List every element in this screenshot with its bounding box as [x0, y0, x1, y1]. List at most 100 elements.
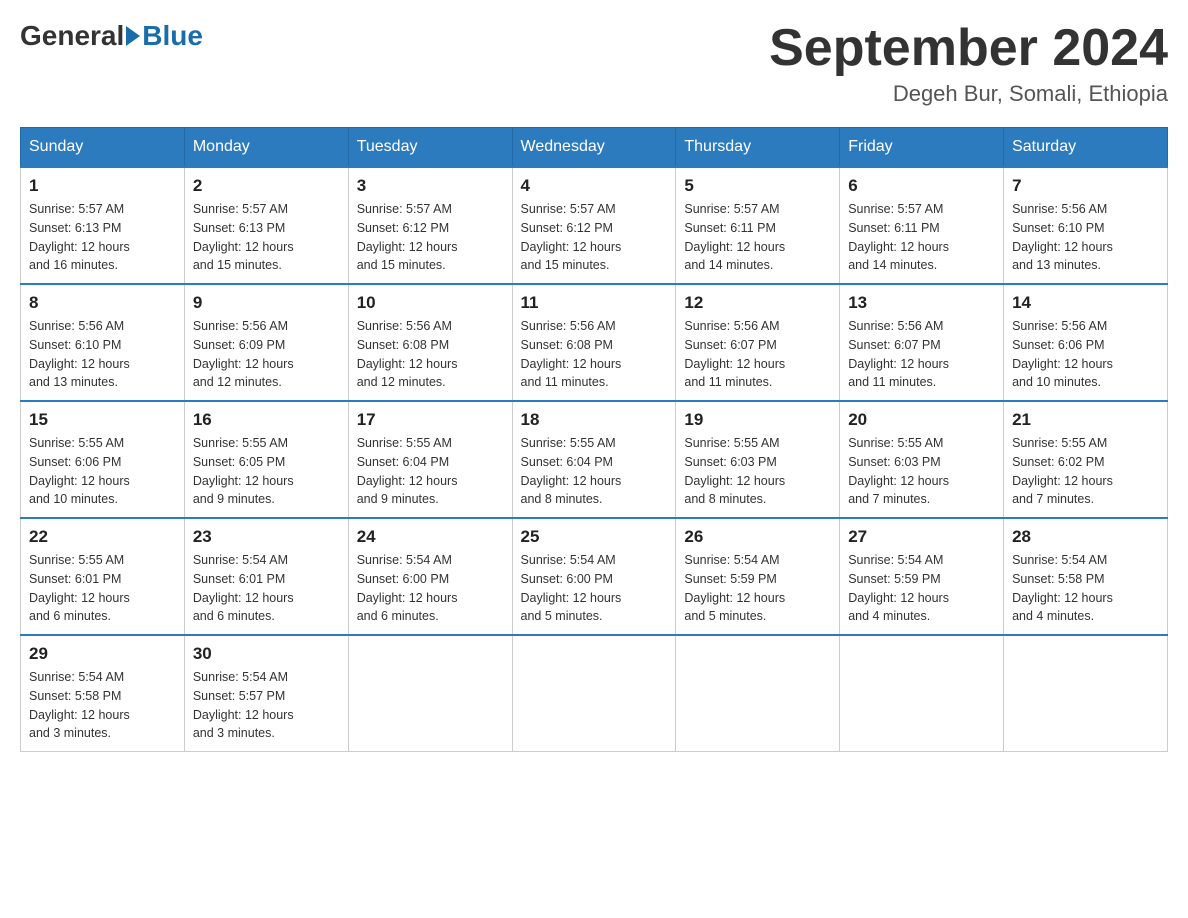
day-number: 9 — [193, 293, 340, 313]
calendar-cell — [512, 635, 676, 752]
day-number: 7 — [1012, 176, 1159, 196]
calendar-table: SundayMondayTuesdayWednesdayThursdayFrid… — [20, 127, 1168, 752]
day-number: 5 — [684, 176, 831, 196]
day-number: 3 — [357, 176, 504, 196]
day-info: Sunrise: 5:54 AMSunset: 5:58 PMDaylight:… — [29, 668, 176, 743]
day-number: 24 — [357, 527, 504, 547]
header-row: SundayMondayTuesdayWednesdayThursdayFrid… — [21, 128, 1168, 168]
day-number: 15 — [29, 410, 176, 430]
day-info: Sunrise: 5:55 AMSunset: 6:02 PMDaylight:… — [1012, 434, 1159, 509]
day-number: 27 — [848, 527, 995, 547]
day-info: Sunrise: 5:54 AMSunset: 6:00 PMDaylight:… — [521, 551, 668, 626]
day-info: Sunrise: 5:54 AMSunset: 6:00 PMDaylight:… — [357, 551, 504, 626]
day-info: Sunrise: 5:56 AMSunset: 6:10 PMDaylight:… — [29, 317, 176, 392]
day-number: 26 — [684, 527, 831, 547]
day-number: 23 — [193, 527, 340, 547]
day-info: Sunrise: 5:57 AMSunset: 6:12 PMDaylight:… — [521, 200, 668, 275]
calendar-cell: 15 Sunrise: 5:55 AMSunset: 6:06 PMDayligh… — [21, 401, 185, 518]
calendar-cell: 3Sunrise: 5:57 AMSunset: 6:12 PMDaylight… — [348, 167, 512, 284]
day-info: Sunrise: 5:56 AMSunset: 6:09 PMDaylight:… — [193, 317, 340, 392]
day-number: 11 — [521, 293, 668, 313]
calendar-cell: 21 Sunrise: 5:55 AMSunset: 6:02 PMDayligh… — [1004, 401, 1168, 518]
week-row-1: 1 Sunrise: 5:57 AMSunset: 6:13 PMDaylight… — [21, 167, 1168, 284]
day-number: 18 — [521, 410, 668, 430]
day-info: Sunrise: 5:57 AMSunset: 6:13 PMDaylight:… — [193, 200, 340, 275]
day-info: Sunrise: 5:56 AMSunset: 6:08 PMDaylight:… — [521, 317, 668, 392]
column-header-tuesday: Tuesday — [348, 128, 512, 168]
calendar-cell: 27 Sunrise: 5:54 AMSunset: 5:59 PMDayligh… — [840, 518, 1004, 635]
calendar-cell: 4 Sunrise: 5:57 AMSunset: 6:12 PMDaylight… — [512, 167, 676, 284]
calendar-cell: 11 Sunrise: 5:56 AMSunset: 6:08 PMDayligh… — [512, 284, 676, 401]
calendar-cell: 7 Sunrise: 5:56 AMSunset: 6:10 PMDaylight… — [1004, 167, 1168, 284]
calendar-cell: 5 Sunrise: 5:57 AMSunset: 6:11 PMDaylight… — [676, 167, 840, 284]
calendar-cell: 17Sunrise: 5:55 AMSunset: 6:04 PMDayligh… — [348, 401, 512, 518]
location-title: Degeh Bur, Somali, Ethiopia — [769, 81, 1168, 107]
day-info: Sunrise: 5:56 AMSunset: 6:06 PMDaylight:… — [1012, 317, 1159, 392]
day-number: 12 — [684, 293, 831, 313]
day-number: 21 — [1012, 410, 1159, 430]
calendar-cell: 22 Sunrise: 5:55 AMSunset: 6:01 PMDayligh… — [21, 518, 185, 635]
calendar-cell: 24 Sunrise: 5:54 AMSunset: 6:00 PMDayligh… — [348, 518, 512, 635]
week-row-3: 15 Sunrise: 5:55 AMSunset: 6:06 PMDayligh… — [21, 401, 1168, 518]
day-info: Sunrise: 5:56 AMSunset: 6:07 PMDaylight:… — [684, 317, 831, 392]
day-info: Sunrise: 5:57 AMSunset: 6:11 PMDaylight:… — [684, 200, 831, 275]
calendar-cell: 1 Sunrise: 5:57 AMSunset: 6:13 PMDaylight… — [21, 167, 185, 284]
day-info: Sunrise: 5:54 AMSunset: 6:01 PMDaylight:… — [193, 551, 340, 626]
day-info: Sunrise: 5:54 AMSunset: 5:59 PMDaylight:… — [848, 551, 995, 626]
calendar-cell — [1004, 635, 1168, 752]
calendar-cell: 25 Sunrise: 5:54 AMSunset: 6:00 PMDayligh… — [512, 518, 676, 635]
day-info: Sunrise: 5:55 AMSunset: 6:06 PMDaylight:… — [29, 434, 176, 509]
day-info: Sunrise: 5:55 AMSunset: 6:01 PMDaylight:… — [29, 551, 176, 626]
calendar-cell: 29 Sunrise: 5:54 AMSunset: 5:58 PMDayligh… — [21, 635, 185, 752]
calendar-cell — [348, 635, 512, 752]
day-number: 1 — [29, 176, 176, 196]
column-header-monday: Monday — [184, 128, 348, 168]
day-info: Sunrise: 5:57 AMSunset: 6:11 PMDaylight:… — [848, 200, 995, 275]
day-info: Sunrise: 5:55 AMSunset: 6:03 PMDaylight:… — [848, 434, 995, 509]
day-number: 29 — [29, 644, 176, 664]
day-number: 2 — [193, 176, 340, 196]
column-header-saturday: Saturday — [1004, 128, 1168, 168]
day-number: 14 — [1012, 293, 1159, 313]
day-number: 4 — [521, 176, 668, 196]
day-info: Sunrise: 5:54 AMSunset: 5:59 PMDaylight:… — [684, 551, 831, 626]
day-info: Sunrise: 5:54 AMSunset: 5:58 PMDaylight:… — [1012, 551, 1159, 626]
day-info: Sunrise: 5:55 AMSunset: 6:05 PMDaylight:… — [193, 434, 340, 509]
day-number: 22 — [29, 527, 176, 547]
calendar-cell — [676, 635, 840, 752]
calendar-cell: 6Sunrise: 5:57 AMSunset: 6:11 PMDaylight… — [840, 167, 1004, 284]
day-number: 10 — [357, 293, 504, 313]
day-info: Sunrise: 5:56 AMSunset: 6:08 PMDaylight:… — [357, 317, 504, 392]
day-info: Sunrise: 5:56 AMSunset: 6:10 PMDaylight:… — [1012, 200, 1159, 275]
page-header: General Blue September 2024 Degeh Bur, S… — [20, 20, 1168, 107]
title-area: September 2024 Degeh Bur, Somali, Ethiop… — [769, 20, 1168, 107]
calendar-cell: 16Sunrise: 5:55 AMSunset: 6:05 PMDayligh… — [184, 401, 348, 518]
calendar-cell: 9 Sunrise: 5:56 AMSunset: 6:09 PMDaylight… — [184, 284, 348, 401]
calendar-cell — [840, 635, 1004, 752]
day-info: Sunrise: 5:57 AMSunset: 6:13 PMDaylight:… — [29, 200, 176, 275]
day-number: 8 — [29, 293, 176, 313]
day-number: 28 — [1012, 527, 1159, 547]
day-info: Sunrise: 5:56 AMSunset: 6:07 PMDaylight:… — [848, 317, 995, 392]
calendar-cell: 13 Sunrise: 5:56 AMSunset: 6:07 PMDayligh… — [840, 284, 1004, 401]
logo-blue-text: Blue — [142, 20, 203, 52]
calendar-cell: 14 Sunrise: 5:56 AMSunset: 6:06 PMDayligh… — [1004, 284, 1168, 401]
day-number: 25 — [521, 527, 668, 547]
column-header-wednesday: Wednesday — [512, 128, 676, 168]
logo-arrow-icon — [126, 26, 140, 46]
calendar-cell: 30Sunrise: 5:54 AMSunset: 5:57 PMDayligh… — [184, 635, 348, 752]
calendar-cell: 26 Sunrise: 5:54 AMSunset: 5:59 PMDayligh… — [676, 518, 840, 635]
week-row-5: 29 Sunrise: 5:54 AMSunset: 5:58 PMDayligh… — [21, 635, 1168, 752]
month-title: September 2024 — [769, 20, 1168, 77]
day-number: 30 — [193, 644, 340, 664]
calendar-cell: 28 Sunrise: 5:54 AMSunset: 5:58 PMDayligh… — [1004, 518, 1168, 635]
calendar-cell: 10 Sunrise: 5:56 AMSunset: 6:08 PMDayligh… — [348, 284, 512, 401]
logo: General Blue — [20, 20, 203, 52]
calendar-cell: 19Sunrise: 5:55 AMSunset: 6:03 PMDayligh… — [676, 401, 840, 518]
calendar-cell: 18Sunrise: 5:55 AMSunset: 6:04 PMDayligh… — [512, 401, 676, 518]
calendar-cell: 8 Sunrise: 5:56 AMSunset: 6:10 PMDaylight… — [21, 284, 185, 401]
column-header-thursday: Thursday — [676, 128, 840, 168]
logo-general-text: General — [20, 20, 124, 52]
day-number: 13 — [848, 293, 995, 313]
calendar-cell: 20Sunrise: 5:55 AMSunset: 6:03 PMDayligh… — [840, 401, 1004, 518]
